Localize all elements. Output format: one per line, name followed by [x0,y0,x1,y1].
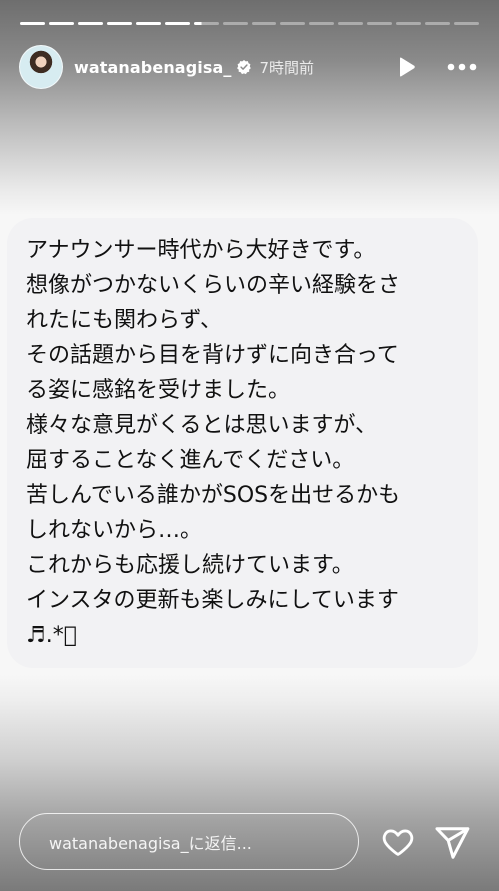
story-progress-segment [222,22,248,25]
message-line: 想像がつかないくらいの辛い経験をさ [26,273,401,298]
story-progress-segment [20,22,45,25]
message-line: アナウンサー時代から大好きです。 [26,238,376,263]
username[interactable]: watanabenagisa_ [74,58,231,77]
send-icon [435,827,470,859]
message-line: これからも応援し続けています。 [26,553,354,578]
message-line: れたにも関わらず、 [26,308,223,333]
story-progress-bar [20,22,479,25]
story-progress-segment [280,22,306,25]
message-line: ♬.*゚ [26,623,77,648]
story-progress-segment [251,22,277,25]
story-progress-segment [193,22,219,25]
story-viewer[interactable]: watanabenagisa_ 7時間前 アナウンサー時代から大好きです。 想像… [0,0,499,891]
story-progress-segment [338,22,364,25]
more-horizontal-icon [447,63,477,71]
story-progress-segment [309,22,335,25]
story-progress-segment [77,22,103,25]
message-line: 屈することなく進んでください。 [26,448,355,473]
share-button[interactable] [433,824,471,862]
heart-icon [382,829,414,856]
story-header: watanabenagisa_ 7時間前 [19,44,480,90]
reply-placeholder: watanabenagisa_に返信... [49,833,252,853]
story-progress-segment [425,22,451,25]
like-button[interactable] [380,824,416,860]
more-options-button[interactable] [444,52,480,82]
play-button[interactable] [392,52,422,82]
verified-badge-icon [237,60,252,75]
message-line: 苦しんでいる誰かがSOSを出せるかも [26,483,401,508]
story-progress-segment [164,22,190,25]
message-line: しれないから…。 [26,518,203,543]
message-line: る姿に感銘を受けました。 [26,378,291,403]
reply-input[interactable]: watanabenagisa_に返信... [19,813,359,870]
message-card: アナウンサー時代から大好きです。 想像がつかないくらいの辛い経験をさ れたにも関… [7,218,478,668]
post-time: 7時間前 [259,58,315,77]
story-progress-segment [48,22,74,25]
play-icon [400,57,415,77]
story-progress-segment [367,22,393,25]
story-progress-segment [454,22,479,25]
story-progress-segment [135,22,161,25]
message-line: 様々な意見がくるとは思いますが、 [26,413,378,438]
story-progress-segment [396,22,422,25]
avatar[interactable] [19,45,63,89]
story-progress-segment [106,22,132,25]
message-line: インスタの更新も楽しみにしています [26,588,399,613]
message-line: その話題から目を背けずに向き合って [26,343,399,368]
